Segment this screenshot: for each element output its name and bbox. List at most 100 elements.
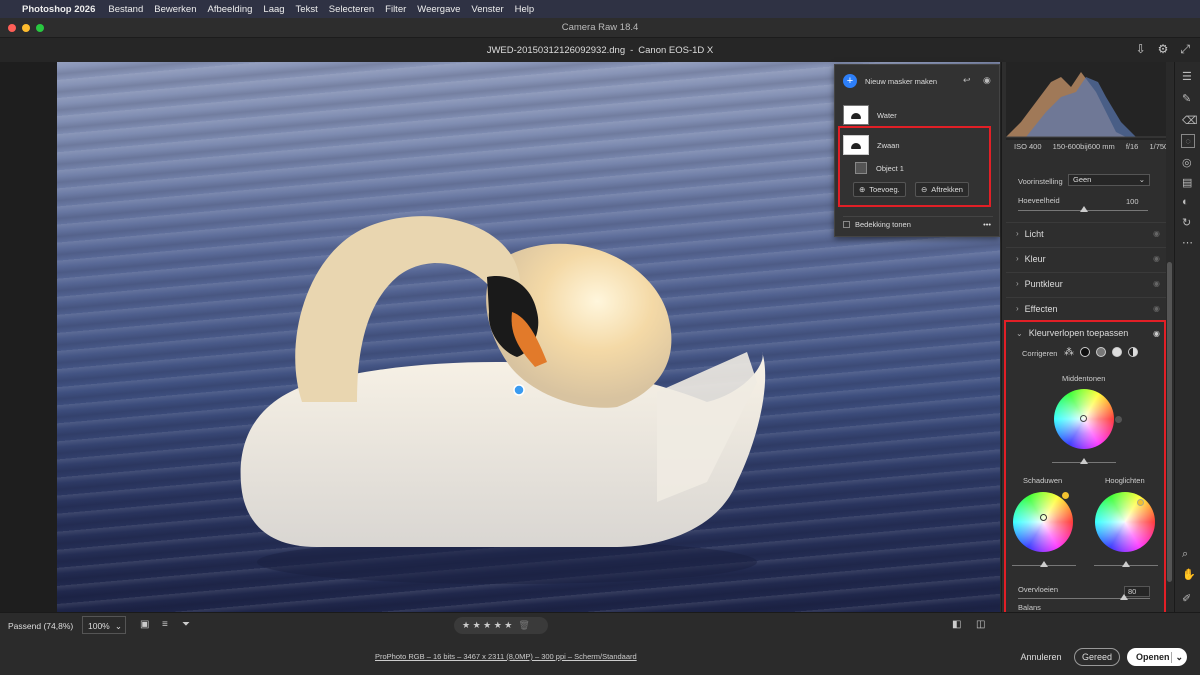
close-window-button[interactable] [8,24,16,32]
eraser-icon[interactable]: ⌫ [1182,114,1198,127]
menu-bestand[interactable]: Bestand [108,4,143,15]
zoom-fit-label[interactable]: Passend (74,8%) [8,621,73,631]
mask-item-zwaan[interactable]: Zwaan [843,135,900,155]
eyedropper-icon[interactable]: ✐ [1182,592,1191,605]
menu-app-name[interactable]: Photoshop 2026 [22,4,95,15]
fullscreen-icon[interactable]: ⤢ [1180,42,1190,57]
panel-scrollbar[interactable] [1166,62,1173,612]
workflow-options-link[interactable]: ProPhoto RGB – 16 bits – 3467 x 2311 (8,… [375,652,637,661]
menu-bewerken[interactable]: Bewerken [154,4,196,15]
open-button[interactable]: Openen ⌄ [1127,648,1187,666]
sort-icon[interactable]: ≡ [162,619,168,630]
hand-icon[interactable]: ✋ [1182,568,1196,581]
histogram-graph [1006,72,1172,138]
menu-help[interactable]: Help [515,4,535,15]
eye-icon[interactable]: ◉ [1153,304,1160,313]
shadows-color-wheel[interactable] [1013,492,1073,552]
before-after-icon[interactable]: ◧ [952,619,961,630]
blending-slider[interactable] [1018,598,1150,599]
menu-filter[interactable]: Filter [385,4,406,15]
section-label: Kleur [1024,253,1046,264]
scrollbar-knob[interactable] [1167,262,1172,582]
heal-icon[interactable]: ✎ [1182,92,1191,105]
done-button[interactable]: Gereed [1074,648,1120,666]
blending-value[interactable]: 80 [1124,586,1150,597]
preset-dropdown[interactable]: Geen ⌄ [1068,174,1150,186]
eye-icon[interactable]: ◉ [1153,229,1160,238]
eye-icon[interactable]: ◉ [1153,329,1160,338]
amount-value[interactable]: 100 [1126,197,1139,206]
highlights-color-wheel[interactable] [1095,492,1155,552]
highlights-luminance-thumb[interactable] [1122,561,1130,567]
file-separator: - [630,44,634,56]
add-mask-icon: ⊕ [859,185,866,194]
sync-icon[interactable]: ↻ [1182,216,1191,229]
zoom-dropdown[interactable]: 100% ⌄ [82,616,126,634]
section-licht[interactable]: › Licht ◉ [1006,222,1168,244]
blending-slider-thumb[interactable] [1119,594,1128,600]
eye-icon[interactable]: ◉ [1153,279,1160,288]
red-eye-icon[interactable]: ◎ [1182,156,1192,169]
zoom-icon[interactable]: ⌕ [1182,548,1188,561]
menu-tekst[interactable]: Tekst [296,4,318,15]
compare-icon[interactable]: ▣ [140,619,149,630]
midtones-mode-icon[interactable] [1096,347,1106,357]
midtones-swatch[interactable] [1115,416,1122,423]
shadows-wheel-handle[interactable] [1040,514,1047,521]
undo-icon[interactable]: ↩ [963,75,971,86]
balance-label: Balans [1018,603,1041,612]
edit-sliders-icon[interactable]: ☰ [1182,70,1192,83]
menu-afbeelding[interactable]: Afbeelding [208,4,253,15]
section-color-grading[interactable]: ⌄ Kleurverlopen toepassen ◉ [1006,322,1168,344]
more-options-icon[interactable]: ••• [983,220,991,229]
blending-label: Overvloeien [1018,585,1059,594]
highlights-mode-icon[interactable] [1112,347,1122,357]
overlay-toggle-row[interactable]: Bedekking tonen ••• [843,216,993,229]
global-mode-icon[interactable] [1128,347,1138,357]
mask-component-object[interactable]: Object 1 [855,162,904,174]
add-mask-icon[interactable]: + [843,74,857,88]
overlay-checkbox[interactable] [843,221,850,228]
menu-laag[interactable]: Laag [263,4,284,15]
eye-icon[interactable]: ◉ [983,75,991,86]
window-titlebar: Camera Raw 18.4 [0,18,1200,38]
section-kleur[interactable]: › Kleur ◉ [1006,247,1168,269]
section-effecten[interactable]: › Effecten ◉ [1006,297,1168,319]
snapshots-icon[interactable]: ▤ [1182,176,1192,189]
split-view-icon[interactable]: ◫ [976,619,985,630]
presets-icon[interactable]: ◐ [1182,196,1189,208]
shadows-color-dot[interactable] [1062,492,1069,499]
add-to-mask-button[interactable]: ⊕ Toevoeg. [853,182,906,197]
shadows-mode-icon[interactable] [1080,347,1090,357]
cancel-button[interactable]: Annuleren [1015,648,1067,666]
menu-selecteren[interactable]: Selecteren [329,4,374,15]
menu-venster[interactable]: Venster [471,4,503,15]
highlights-wheel-handle[interactable] [1137,499,1144,506]
midtones-luminance-thumb[interactable] [1080,458,1088,464]
subtract-from-mask-button[interactable]: ⊖ Aftrekken [915,182,969,197]
file-info-bar: JWED-20150312126092932.dng - Canon EOS-1… [0,38,1200,62]
section-puntkleur[interactable]: › Puntkleur ◉ [1006,272,1168,294]
trash-icon[interactable]: 🗑 [518,620,529,631]
object-select-icon [855,162,867,174]
minimize-window-button[interactable] [22,24,30,32]
new-mask-row[interactable]: + Nieuw masker maken [843,74,937,88]
filter-icon[interactable]: ⏷ [182,619,190,630]
masking-icon[interactable]: ◌ [1181,134,1195,148]
midtones-wheel-handle[interactable] [1080,415,1087,422]
mask-item-water[interactable]: Water [843,105,897,125]
rating-stars[interactable]: ★ ★ ★ ★ ★ 🗑 [454,617,548,634]
chevron-down-icon[interactable]: ⌄ [1171,651,1183,663]
menu-weergave[interactable]: Weergave [417,4,460,15]
more-icon[interactable]: ⋯ [1182,236,1193,249]
zoom-window-button[interactable] [36,24,44,32]
three-way-icon[interactable]: ⁂ [1064,347,1074,358]
star-icons[interactable]: ★ ★ ★ ★ ★ [462,620,512,631]
eye-icon[interactable]: ◉ [1153,254,1160,263]
shadows-luminance-thumb[interactable] [1040,561,1048,567]
tool-strip: ☰ ✎ ⌫ ◌ ◎ ▤ ◐ ↻ ⋯ ⌕ ✋ ✐ [1174,62,1200,612]
save-icon[interactable]: ⇩ [1136,42,1146,57]
amount-slider-thumb[interactable] [1080,206,1088,212]
gear-icon[interactable]: ⚙ [1158,42,1169,57]
new-mask-label[interactable]: Nieuw masker maken [865,77,937,86]
